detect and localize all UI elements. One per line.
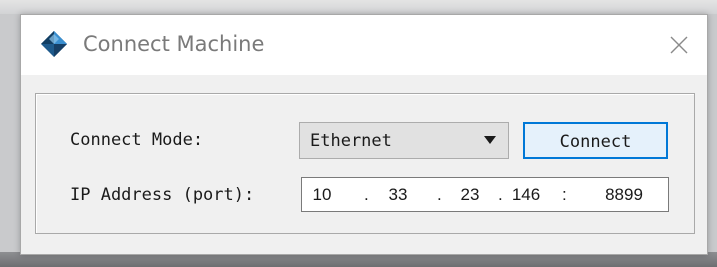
ip-dot-separator: . — [498, 185, 503, 204]
connect-machine-dialog: Connect Machine Connect Mode: Ethernet C… — [20, 14, 708, 255]
ip-octet-1-field[interactable]: 10 — [306, 185, 338, 205]
close-icon — [670, 36, 688, 54]
connect-button[interactable]: Connect — [523, 122, 668, 159]
ip-address-input[interactable]: 10 . 33 . 23 . 146 : 8899 — [301, 177, 669, 212]
port-field[interactable]: 8899 — [592, 185, 656, 205]
ip-octet-2-field[interactable]: 33 — [380, 185, 416, 205]
ip-address-label: IP Address (port): — [70, 185, 255, 205]
background-window-top — [0, 0, 717, 14]
connect-mode-dropdown[interactable]: Ethernet — [299, 122, 509, 159]
connect-mode-label: Connect Mode: — [70, 130, 204, 150]
diamond-app-icon — [41, 31, 67, 57]
ip-dot-separator: . — [364, 185, 369, 204]
dialog-titlebar[interactable]: Connect Machine — [21, 15, 707, 75]
port-colon-separator: : — [562, 185, 567, 204]
dialog-title: Connect Machine — [83, 32, 265, 56]
ip-octet-3-field[interactable]: 23 — [452, 185, 488, 205]
ip-octet-4-field[interactable]: 146 — [506, 185, 546, 205]
connect-mode-value: Ethernet — [310, 131, 392, 151]
ip-dot-separator: . — [437, 185, 442, 204]
close-button[interactable] — [661, 27, 697, 63]
chevron-down-icon — [484, 136, 496, 144]
connect-button-label: Connect — [559, 132, 632, 152]
connection-settings-group: Connect Mode: Ethernet Connect IP Addres… — [35, 93, 695, 234]
